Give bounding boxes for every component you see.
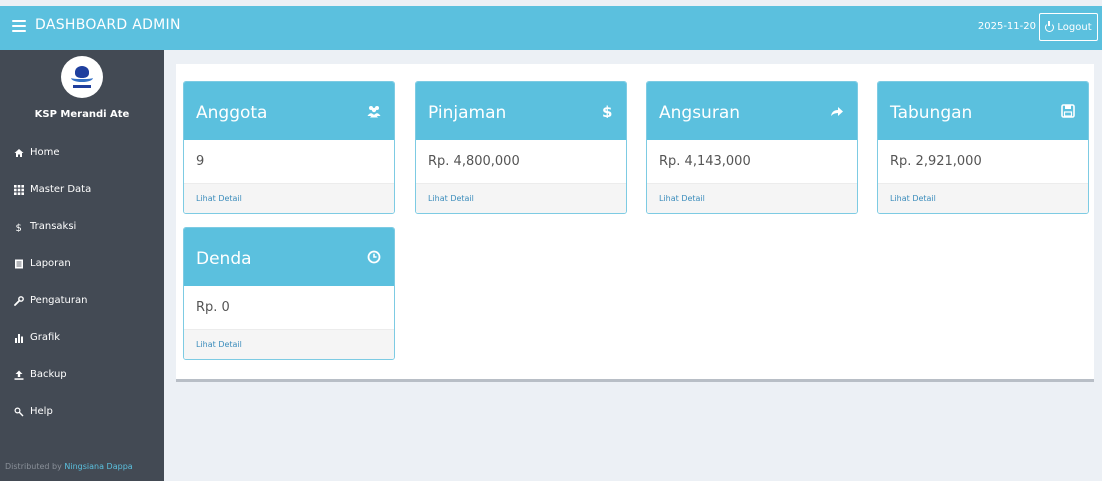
card-title: Anggota (196, 103, 268, 123)
card-header: Pinjaman $ (416, 82, 626, 140)
svg-text:$: $ (602, 104, 612, 118)
sidebar-item-label: Master Data (30, 184, 92, 195)
org-name: KSP Merandi Ate (34, 109, 130, 120)
card-detail-link[interactable]: Lihat Detail (416, 183, 626, 213)
dollar-icon: $ (602, 104, 612, 118)
card-detail-link[interactable]: Lihat Detail (647, 183, 857, 213)
card-title: Denda (196, 249, 252, 269)
card-detail-link[interactable]: Lihat Detail (184, 329, 394, 359)
clock-icon (367, 250, 381, 264)
footer-author-link[interactable]: Ningsiana Dappa (64, 462, 132, 471)
sidebar-item-label: Grafik (30, 332, 61, 343)
current-date: 2025-11-20 (977, 21, 1036, 32)
users-icon (367, 106, 381, 118)
power-icon (1045, 20, 1055, 32)
app-window: DASHBOARD ADMIN 2025-11-20 Logout KSP Me… (0, 0, 1102, 481)
top-bar: DASHBOARD ADMIN 2025-11-20 Logout (0, 6, 1102, 50)
sidebar-item-label: Pengaturan (30, 295, 88, 306)
dashboard-panel: Anggota 9 Lihat Detail Pinjaman $ Rp. 4,… (176, 64, 1094, 382)
grid-icon (14, 184, 24, 195)
bar-chart-icon (15, 333, 23, 343)
org-logo (61, 56, 103, 98)
card-pinjaman: Pinjaman $ Rp. 4,800,000 Lihat Detail (415, 81, 627, 214)
upload-icon (14, 370, 24, 380)
home-icon (14, 148, 24, 157)
share-arrow-icon (831, 107, 843, 116)
sidebar-item-transaksi[interactable]: $ Transaksi (0, 208, 164, 245)
card-angsuran: Angsuran Rp. 4,143,000 Lihat Detail (646, 81, 858, 214)
card-value: Rp. 2,921,000 (890, 154, 982, 169)
logout-label: Logout (1057, 21, 1092, 33)
help-icon (14, 406, 24, 416)
sidebar-item-label: Transaksi (30, 221, 77, 232)
sidebar-item-master-data[interactable]: Master Data (0, 171, 164, 208)
sidebar-item-label: Backup (30, 369, 67, 380)
svg-text:$: $ (16, 223, 22, 232)
sidebar-item-home[interactable]: Home (0, 134, 164, 171)
card-header: Tabungan (878, 82, 1088, 140)
card-detail-link[interactable]: Lihat Detail (878, 183, 1088, 213)
sidebar-item-label: Laporan (30, 258, 71, 269)
card-title: Angsuran (659, 103, 741, 123)
card-denda: Denda Rp. 0 Lihat Detail (183, 227, 395, 360)
card-detail-link[interactable]: Lihat Detail (184, 183, 394, 213)
sidebar-item-backup[interactable]: Backup (0, 356, 164, 393)
footer-prefix: Distributed by (5, 462, 62, 471)
sidebar-nav: Home Master Data $ Transaksi Laporan Pen… (0, 134, 164, 430)
card-value: Rp. 4,143,000 (659, 154, 751, 169)
sidebar-item-help[interactable]: Help (0, 393, 164, 430)
sidebar-item-label: Help (30, 406, 53, 417)
card-title: Pinjaman (428, 103, 507, 123)
card-value: 9 (196, 154, 205, 169)
card-header: Denda (184, 228, 394, 286)
wrench-icon (14, 295, 24, 306)
card-title: Tabungan (890, 103, 973, 123)
dollar-icon: $ (16, 223, 22, 232)
card-tabungan: Tabungan Rp. 2,921,000 Lihat Detail (877, 81, 1089, 214)
card-anggota: Anggota 9 Lihat Detail (183, 81, 395, 214)
sidebar-footer: Distributed by Ningsiana Dappa (0, 462, 164, 471)
logo-emblem-icon (67, 62, 97, 92)
save-icon (1061, 104, 1075, 118)
card-value: Rp. 0 (196, 300, 230, 315)
sidebar-item-pengaturan[interactable]: Pengaturan (0, 282, 164, 319)
hamburger-menu-icon[interactable] (12, 20, 26, 32)
sidebar-item-grafik[interactable]: Grafik (0, 319, 164, 356)
card-header: Anggota (184, 82, 394, 140)
sidebar-item-laporan[interactable]: Laporan (0, 245, 164, 282)
sidebar-item-label: Home (30, 147, 60, 158)
app-title: DASHBOARD ADMIN (35, 17, 181, 33)
report-icon (15, 259, 23, 268)
card-value: Rp. 4,800,000 (428, 154, 520, 169)
card-header: Angsuran (647, 82, 857, 140)
logout-button[interactable]: Logout (1039, 13, 1098, 41)
sidebar: KSP Merandi Ate Home Master Data $ Trans… (0, 50, 164, 481)
